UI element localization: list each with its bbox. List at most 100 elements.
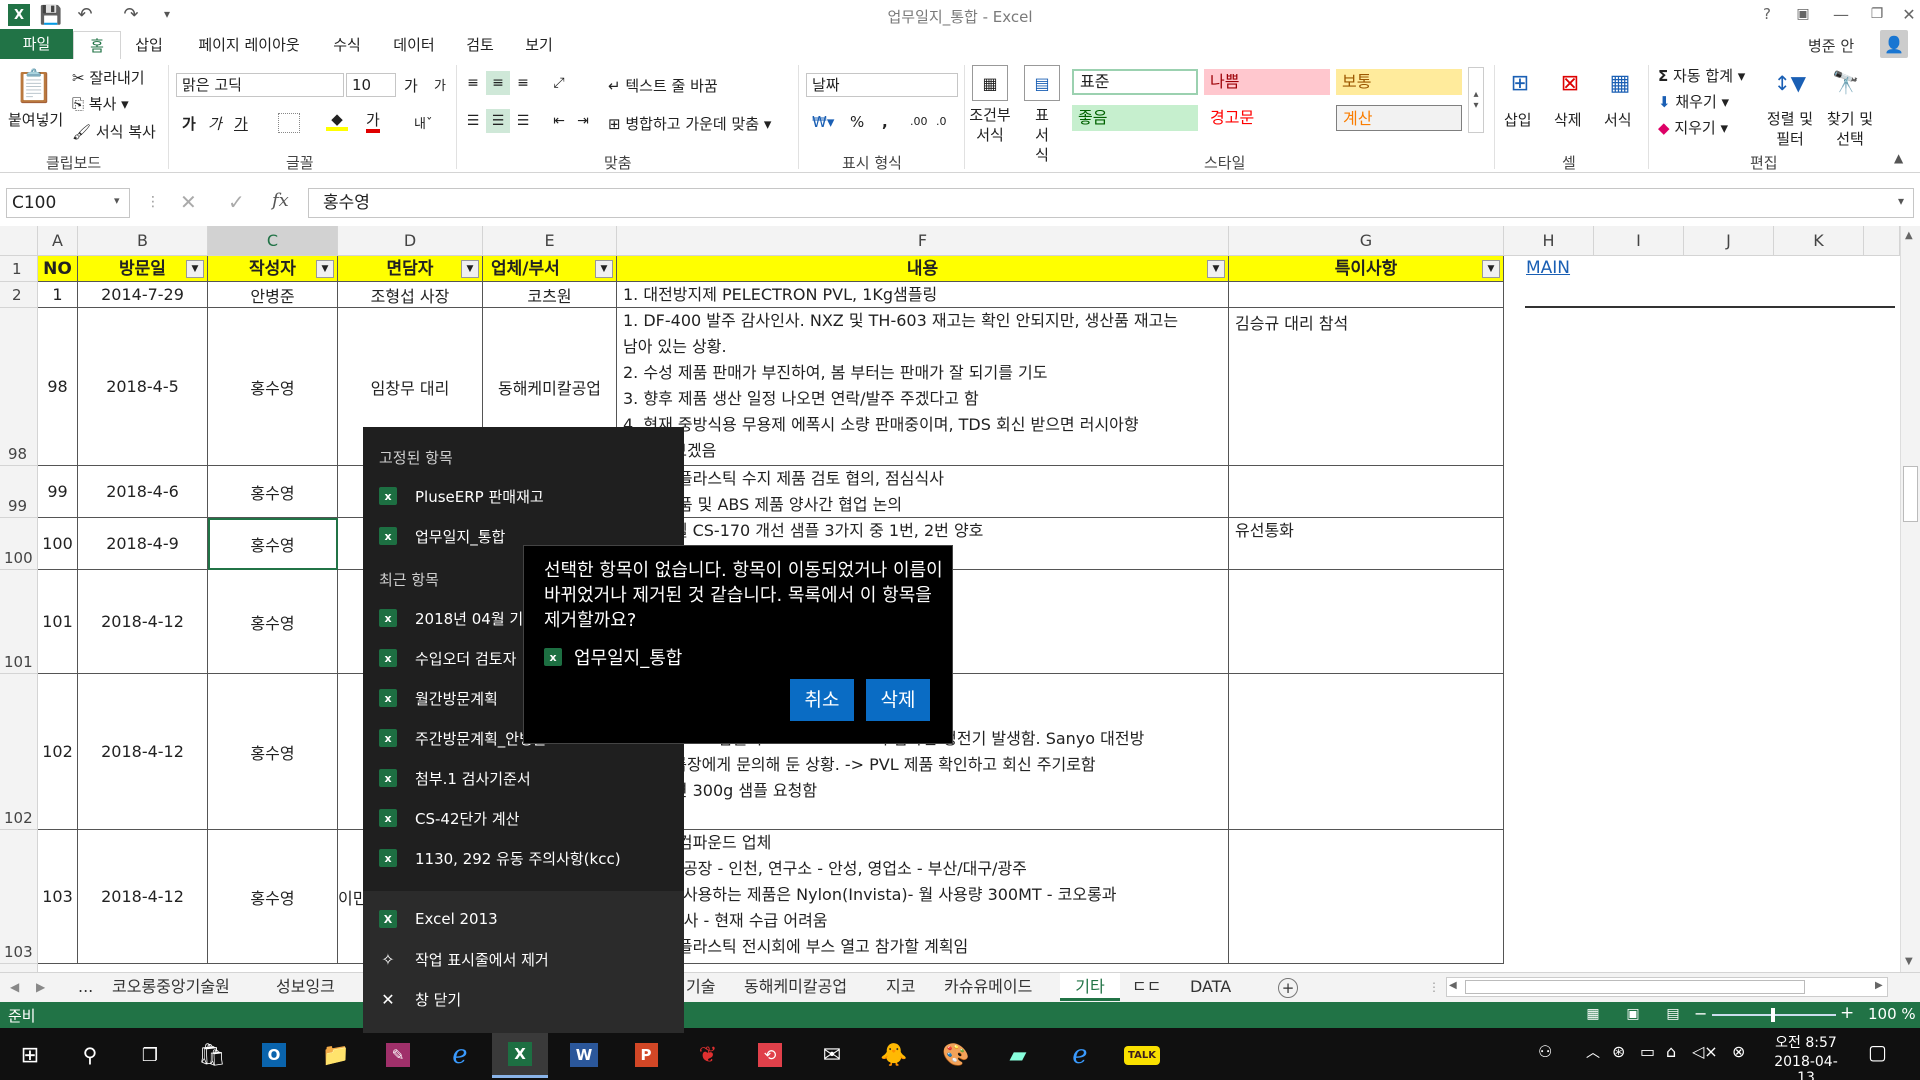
format-painter-button[interactable]: 🖌 서식 복사 [72, 121, 156, 142]
find-select-icon[interactable]: 🔭 [1828, 65, 1864, 101]
cell-date[interactable]: 2018-4-12 [78, 570, 208, 674]
header-content[interactable]: 내용 ▼ [617, 256, 1229, 282]
insert-cells-button[interactable]: 삽입 [1504, 109, 1532, 130]
align-right-icon[interactable]: ☰ [512, 111, 534, 131]
clock[interactable]: 오전 8:57 2018-04-13 [1766, 1032, 1846, 1080]
cell-no[interactable]: 100 [38, 518, 78, 570]
insert-function-icon[interactable]: fx [272, 190, 289, 211]
align-middle-icon[interactable]: ≡ [486, 71, 510, 95]
unpin-taskbar-button[interactable]: ✧ 작업 표시줄에서 제거 [363, 939, 684, 979]
align-top-icon[interactable]: ≡ [462, 73, 484, 93]
cell-note[interactable] [1229, 466, 1504, 518]
currency-icon[interactable]: ₩▾ [812, 113, 834, 131]
decrease-indent-icon[interactable]: ⇤ [548, 111, 570, 131]
jumplist-item[interactable]: x 1130, 292 유동 주의사항(kcc) [363, 838, 684, 878]
delete-cells-icon[interactable]: ⊠ [1552, 65, 1588, 101]
vertical-scrollbar[interactable]: ▲ ▼ [1900, 226, 1920, 972]
cell-note[interactable] [1229, 570, 1504, 674]
col-header-k[interactable]: K [1774, 226, 1864, 256]
format-as-table-icon[interactable]: ▤ [1024, 65, 1060, 101]
scroll-up-icon[interactable]: ▲ [1905, 230, 1913, 241]
cell-company[interactable]: 코츠원 [483, 282, 617, 308]
sheet-tab[interactable]: 지코 [886, 973, 915, 1001]
scroll-left-icon[interactable]: ◀ [1449, 980, 1457, 991]
sheet-tab[interactable]: 성보잉크 [276, 973, 335, 1001]
row-header-1[interactable]: 1 [0, 256, 38, 282]
cell-date[interactable]: 2018-4-12 [78, 830, 208, 964]
filter-dropdown-icon[interactable]: ▼ [186, 260, 204, 278]
tab-file[interactable]: 파일 [0, 29, 73, 59]
normal-view-icon[interactable]: ▦ [1584, 1005, 1602, 1023]
tray-shield-icon[interactable]: ⊛ [1612, 1042, 1625, 1061]
start-icon[interactable]: ⊞ [2, 1032, 58, 1078]
user-name[interactable]: 병준 안 [1808, 35, 1854, 56]
cell-content[interactable]: 1. DF-400 발주 감사인사. NXZ 및 TH-603 재고는 확인 안… [617, 308, 1229, 466]
insert-cells-icon[interactable]: ⊞ [1502, 65, 1538, 101]
font-name-select[interactable]: 맑은 고딕 [176, 73, 344, 97]
cell-date[interactable]: 2018-4-6 [78, 466, 208, 518]
cell-note[interactable] [1229, 674, 1504, 830]
minimize-icon[interactable]: — [1830, 3, 1852, 25]
people-icon[interactable]: ⚇ [1538, 1042, 1552, 1061]
messenger-icon[interactable]: 🐥 [866, 1032, 922, 1078]
restore-icon[interactable]: ❐ [1866, 3, 1888, 25]
number-format-select[interactable]: 날짜 [806, 73, 958, 97]
increase-indent-icon[interactable]: ⇥ [572, 111, 594, 131]
find-select-button[interactable]: 찾기 및 선택 [1826, 109, 1874, 149]
row-header-104[interactable] [0, 964, 38, 972]
font-color-button[interactable]: 가 [366, 111, 380, 133]
filter-dropdown-icon[interactable]: ▼ [316, 260, 334, 278]
fill-color-icon[interactable]: ◆ [326, 110, 348, 131]
delete-cells-button[interactable]: 삭제 [1554, 109, 1582, 130]
scroll-right-icon[interactable]: ▶ [1875, 980, 1883, 991]
autosum-button[interactable]: Σ 자동 합계 ▾ [1658, 65, 1745, 86]
font-shrink-button[interactable]: 가 [434, 75, 446, 94]
cancel-button[interactable]: 취소 [790, 679, 854, 721]
col-header-a[interactable]: A [38, 226, 78, 256]
horizontal-scrollbar[interactable]: ◀ ▶ [1446, 977, 1888, 997]
network-icon[interactable]: ⌂ [1666, 1042, 1676, 1061]
tab-splitter-icon[interactable]: ⋮ [1428, 973, 1440, 1001]
cell-no[interactable]: 102 [38, 674, 78, 830]
help-icon[interactable]: ? [1756, 3, 1778, 25]
jumplist-item[interactable]: x PluseERP 판매재고 [363, 476, 684, 516]
close-window-button[interactable]: ✕ 창 닫기 [363, 979, 684, 1019]
cell-content[interactable]: 1. 화학 플라스틱 수지 제품 검토 협의, 점심식사 2. 의 제품 및 A… [617, 466, 1229, 518]
tab-data[interactable]: 데이터 [386, 31, 442, 59]
file-explorer-icon[interactable]: 📁 [308, 1032, 364, 1078]
filter-dropdown-icon[interactable]: ▼ [595, 260, 613, 278]
header-person[interactable]: 면담자 ▼ [338, 256, 483, 282]
col-header-b[interactable]: B [78, 226, 208, 256]
fill-button[interactable]: ⬇ 채우기 ▾ [1658, 91, 1729, 112]
add-sheet-icon[interactable]: + [1278, 978, 1298, 998]
language-icon[interactable]: ⊗ [1732, 1042, 1745, 1061]
cell-writer-selected[interactable]: 홍수영 [208, 518, 338, 570]
zoom-in-icon[interactable]: + [1840, 1003, 1854, 1023]
notifications-icon[interactable]: ▢ [1868, 1040, 1887, 1064]
cancel-icon[interactable]: ✕ [180, 190, 197, 214]
volume-icon[interactable]: ◁× [1692, 1042, 1718, 1061]
cell-writer[interactable]: 홍수영 [208, 308, 338, 466]
style-calculation[interactable]: 계산 [1336, 105, 1462, 131]
merge-center-button[interactable]: ⊞ 병합하고 가운데 맞춤 ▾ [608, 113, 771, 134]
expand-formula-icon[interactable]: ▾ [1898, 194, 1904, 208]
cell-date[interactable]: 2018-4-9 [78, 518, 208, 570]
word-icon[interactable]: W [556, 1032, 612, 1078]
enter-icon[interactable]: ✓ [228, 190, 245, 214]
col-header-d[interactable]: D [338, 226, 483, 256]
sheet-tab[interactable]: DATA [1190, 973, 1231, 1001]
col-header-i[interactable]: I [1594, 226, 1684, 256]
jumplist-item[interactable]: x 첨부.1 검사기준서 [363, 758, 684, 798]
sheet-tab-active[interactable]: 기타 [1060, 973, 1120, 1001]
row-header-103[interactable]: 103 [0, 830, 38, 964]
show-hidden-icons-icon[interactable]: ︿ [1586, 1042, 1600, 1062]
ribbon-display-icon[interactable]: ▣ [1792, 3, 1814, 25]
internet-explorer-icon[interactable]: ℯ [432, 1032, 488, 1078]
row-header-100[interactable]: 100 [0, 518, 38, 570]
styles-scroll-icon[interactable]: ▴ ▾ [1468, 67, 1484, 133]
name-box[interactable]: C100 [6, 188, 130, 218]
paste-button[interactable]: 붙여넣기 [8, 109, 63, 130]
cell-writer[interactable]: 안병준 [208, 282, 338, 308]
tab-insert[interactable]: 삽입 [127, 31, 171, 59]
style-neutral[interactable]: 보통 [1336, 69, 1462, 95]
